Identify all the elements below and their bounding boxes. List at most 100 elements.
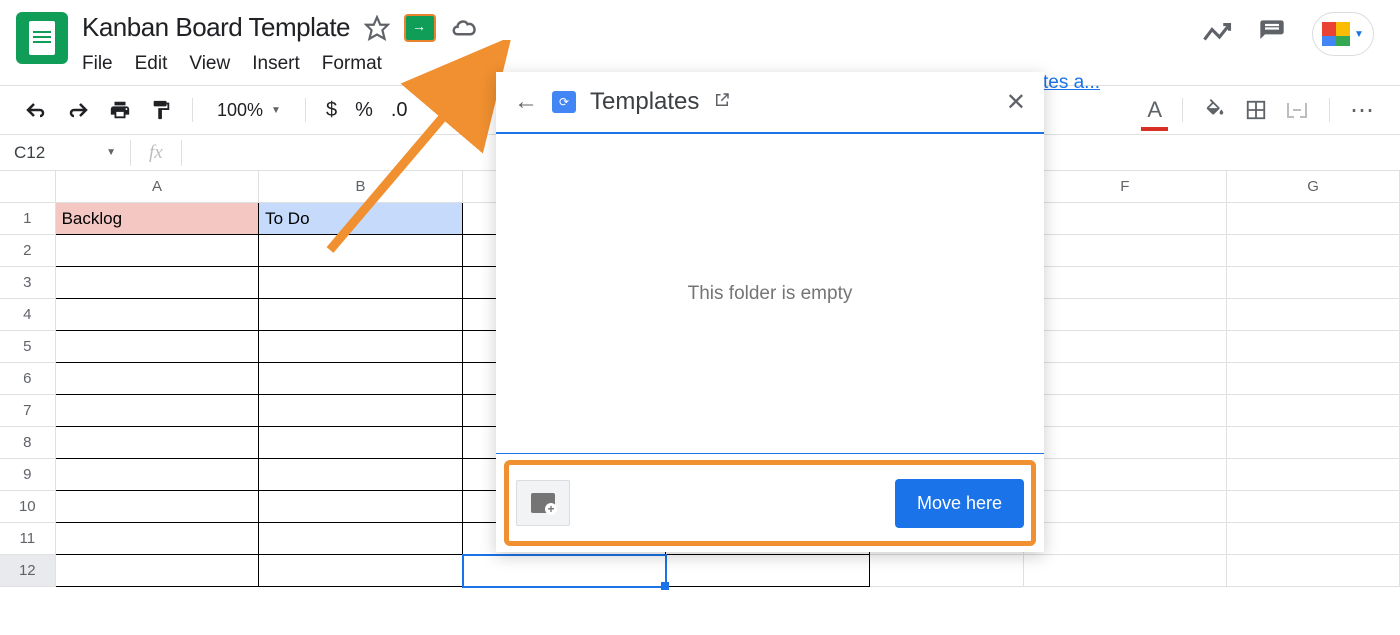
menu-format[interactable]: Format [322,53,382,75]
cell-A11[interactable] [56,523,260,555]
select-all-corner[interactable] [0,171,56,202]
redo-icon[interactable] [60,96,96,124]
cell-F6[interactable] [1024,363,1228,395]
row-header-5[interactable]: 5 [0,331,56,363]
cell-B11[interactable] [259,523,463,555]
cell-G11[interactable] [1227,523,1400,555]
cell-G6[interactable] [1227,363,1400,395]
cell-F9[interactable] [1024,459,1228,491]
decrease-decimal[interactable]: .0 [385,95,414,126]
row-header-6[interactable]: 6 [0,363,56,395]
cell-B2[interactable] [259,235,463,267]
format-percent[interactable]: % [349,95,379,126]
close-icon[interactable]: ✕ [1006,88,1026,117]
cell-B7[interactable] [259,395,463,427]
text-color-button[interactable]: A [1141,93,1168,127]
cell-F12[interactable] [1024,555,1228,587]
print-icon[interactable] [102,95,138,125]
cell-A1[interactable]: Backlog [56,203,260,235]
open-in-new-icon[interactable] [713,91,731,114]
paint-format-icon[interactable] [144,94,178,126]
cell-D12[interactable] [666,555,870,587]
cell-G9[interactable] [1227,459,1400,491]
col-header-B[interactable]: B [259,171,463,202]
cell-B9[interactable] [259,459,463,491]
cell-E12[interactable] [870,555,1024,587]
fill-color-icon[interactable] [1197,95,1233,125]
sheets-logo-icon[interactable] [16,12,68,64]
menu-view[interactable]: View [189,53,230,75]
cell-F10[interactable] [1024,491,1228,523]
row-header-9[interactable]: 9 [0,459,56,491]
format-currency[interactable]: $ [320,95,343,126]
move-here-button[interactable]: Move here [895,479,1024,528]
cell-G10[interactable] [1227,491,1400,523]
cell-G4[interactable] [1227,299,1400,331]
more-icon[interactable]: ⋯ [1344,92,1382,129]
cell-G1[interactable] [1227,203,1400,235]
move-folder-icon[interactable] [404,14,436,42]
back-arrow-icon[interactable]: ← [514,88,538,116]
undo-icon[interactable] [18,96,54,124]
cell-A4[interactable] [56,299,260,331]
menu-edit[interactable]: Edit [135,53,168,75]
row-header-10[interactable]: 10 [0,491,56,523]
cell-A3[interactable] [56,267,260,299]
cell-A2[interactable] [56,235,260,267]
menu-insert[interactable]: Insert [252,53,300,75]
cell-F4[interactable] [1024,299,1228,331]
cell-A6[interactable] [56,363,260,395]
cell-B12[interactable] [259,555,463,587]
cell-B6[interactable] [259,363,463,395]
cell-B5[interactable] [259,331,463,363]
cell-G8[interactable] [1227,427,1400,459]
cell-A7[interactable] [56,395,260,427]
doc-title[interactable]: Kanban Board Template [82,12,350,43]
comments-icon[interactable] [1258,18,1286,51]
col-header-A[interactable]: A [56,171,260,202]
new-folder-button[interactable] [516,480,570,526]
cell-F1[interactable] [1024,203,1228,235]
row-header-1[interactable]: 1 [0,203,56,235]
cell-F8[interactable] [1024,427,1228,459]
zoom-select[interactable]: 100% ▼ [207,100,291,121]
name-box[interactable]: C12 ▼ [0,143,130,163]
star-icon[interactable] [364,15,390,41]
cell-F11[interactable] [1024,523,1228,555]
cell-A5[interactable] [56,331,260,363]
cell-A8[interactable] [56,427,260,459]
cloud-status-icon[interactable] [450,16,480,40]
cell-G7[interactable] [1227,395,1400,427]
cell-B1[interactable]: To Do [259,203,463,235]
row-header-7[interactable]: 7 [0,395,56,427]
activity-icon[interactable] [1202,21,1232,48]
cell-B8[interactable] [259,427,463,459]
row-header-4[interactable]: 4 [0,299,56,331]
col-header-G[interactable]: G [1227,171,1400,202]
merge-cells-icon[interactable] [1279,96,1315,124]
cell-C12[interactable] [463,555,667,587]
row-header-2[interactable]: 2 [0,235,56,267]
cell-A12[interactable] [56,555,260,587]
cell-A10[interactable] [56,491,260,523]
cell-F2[interactable] [1024,235,1228,267]
meet-button[interactable]: ▼ [1312,12,1374,56]
borders-icon[interactable] [1239,95,1273,125]
cell-A9[interactable] [56,459,260,491]
row-header-8[interactable]: 8 [0,427,56,459]
cell-F7[interactable] [1024,395,1228,427]
truncated-menu-link[interactable]: tes a... [1043,72,1100,94]
row-header-3[interactable]: 3 [0,267,56,299]
cell-F5[interactable] [1024,331,1228,363]
row-header-11[interactable]: 11 [0,523,56,555]
cell-G12[interactable] [1227,555,1400,587]
cell-G5[interactable] [1227,331,1400,363]
cell-G2[interactable] [1227,235,1400,267]
row-header-12[interactable]: 12 [0,555,56,587]
menu-file[interactable]: File [82,53,113,75]
cell-G3[interactable] [1227,267,1400,299]
cell-B10[interactable] [259,491,463,523]
cell-F3[interactable] [1024,267,1228,299]
cell-B4[interactable] [259,299,463,331]
col-header-F[interactable]: F [1024,171,1228,202]
